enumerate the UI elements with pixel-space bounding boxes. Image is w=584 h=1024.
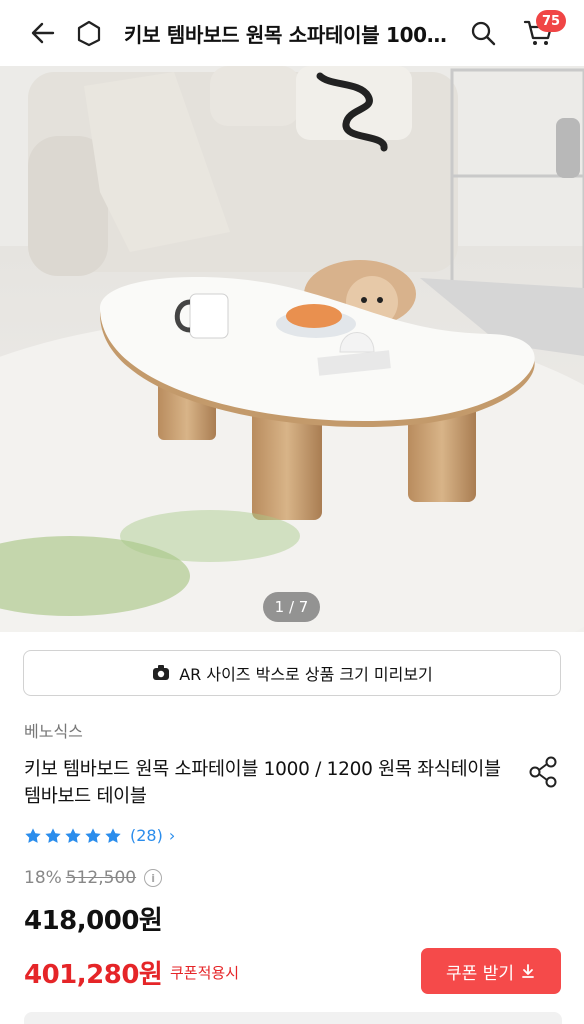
coupon-price: 401,280원 — [24, 960, 163, 990]
top-app-bar: 키보 템바보드 원목 소파테이블 1000 / 1200 원목 좌식테이블 템바… — [0, 0, 584, 66]
product-photo — [0, 66, 584, 632]
sale-price: 418,000원 — [24, 906, 163, 936]
back-button[interactable] — [22, 14, 64, 52]
product-title: 키보 템바보드 원목 소파테이블 1000 / 1200 원목 좌식테이블 템바… — [24, 759, 501, 807]
product-image-gallery[interactable] — [0, 66, 584, 632]
cart-count-badge: 75 — [536, 10, 566, 32]
next-section-edge — [24, 1012, 562, 1024]
brand-name[interactable]: 베노식스 — [24, 718, 83, 742]
camera-ar-icon — [153, 665, 170, 680]
ar-button-label: AR 사이즈 박스로 상품 크기 미리보기 — [179, 665, 433, 684]
coupon-button-label: 쿠폰 받기 — [446, 963, 514, 984]
download-icon — [522, 964, 534, 978]
star-icon — [65, 827, 81, 843]
cart-button[interactable]: 75 — [516, 10, 566, 52]
image-pager-indicator: 1 / 7 — [263, 592, 320, 622]
share-button[interactable] — [524, 752, 564, 792]
ar-size-preview-button[interactable]: AR 사이즈 박스로 상품 크기 미리보기 — [23, 650, 561, 696]
chevron-right-icon: › — [168, 826, 176, 845]
home-button[interactable] — [68, 14, 110, 52]
original-price: 512,500 — [65, 868, 137, 888]
star-icon — [45, 827, 61, 843]
rating-row[interactable]: (28) › — [24, 826, 175, 845]
coupon-note: 쿠폰적용시 — [170, 964, 240, 982]
star-icon — [25, 827, 41, 843]
get-coupon-button[interactable]: 쿠폰 받기 — [421, 948, 561, 994]
back-arrow-icon — [31, 22, 55, 44]
info-icon[interactable]: i — [144, 869, 163, 887]
search-icon — [471, 21, 496, 46]
star-icon — [105, 827, 121, 843]
review-count[interactable]: (28) — [130, 826, 163, 845]
star-icon — [85, 827, 101, 843]
discount-rate: 18% — [24, 868, 62, 888]
home-icon — [77, 20, 101, 47]
discount-row: 18% 512,500 i — [24, 868, 163, 888]
search-button[interactable] — [462, 14, 504, 52]
page-title: 키보 템바보드 원목 소파테이블 1000 / 1200 원목 좌식테이블 템바… — [124, 23, 454, 47]
share-icon — [529, 756, 557, 788]
